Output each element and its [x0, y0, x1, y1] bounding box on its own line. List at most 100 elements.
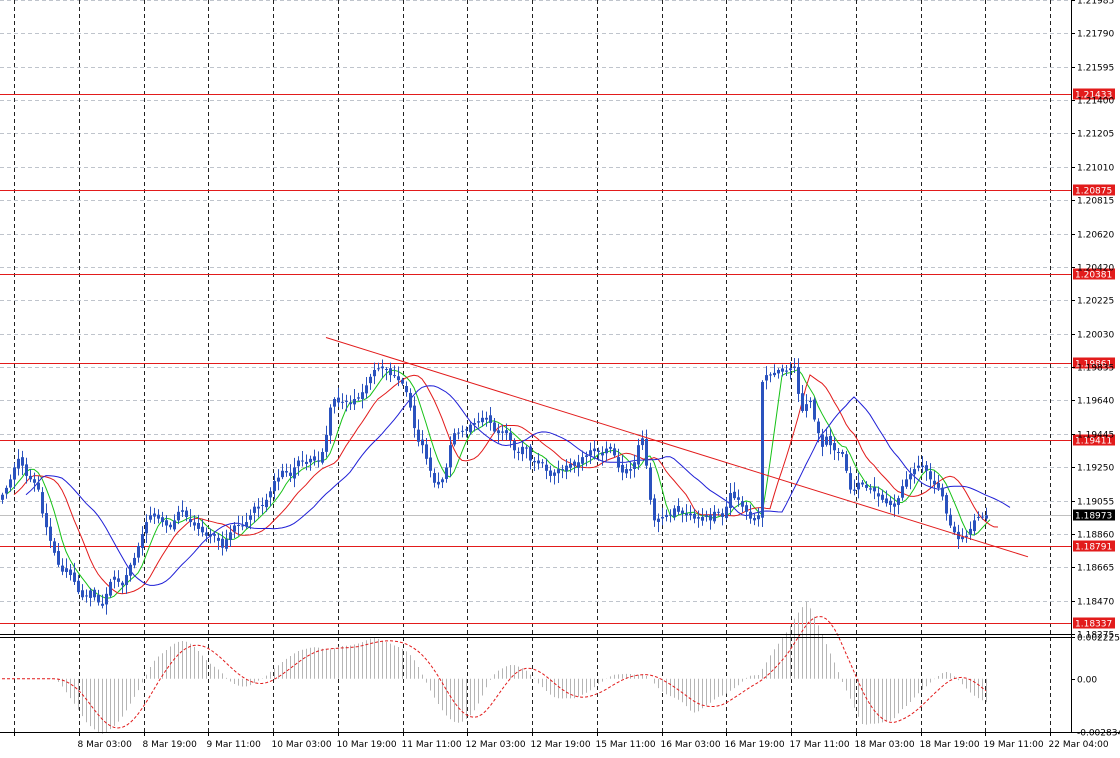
- candle-body: [537, 460, 540, 464]
- candle-body: [345, 400, 348, 402]
- candle-body: [561, 469, 564, 471]
- candle-body: [65, 568, 68, 573]
- candle-body: [609, 446, 612, 449]
- candle-body: [225, 539, 228, 549]
- candle-body: [549, 470, 552, 476]
- candle-body: [825, 436, 828, 445]
- time-tick-label: 12 Mar 03:00: [466, 740, 526, 750]
- candle-body: [417, 429, 420, 442]
- candle-body: [409, 392, 412, 408]
- candle-body: [913, 469, 916, 475]
- price-tick-label: 1.21985: [1077, 0, 1114, 7]
- candle-body: [93, 589, 96, 598]
- candle-body: [917, 465, 920, 468]
- candle-body: [817, 421, 820, 434]
- candle-body: [105, 593, 108, 605]
- candle-body: [589, 450, 592, 456]
- candle-body: [357, 397, 360, 399]
- candle-body: [949, 514, 952, 526]
- candle-body: [841, 452, 844, 454]
- oscillator-tick-label: 0.00: [1077, 676, 1097, 686]
- candle-body: [657, 518, 660, 522]
- candle-body: [569, 463, 572, 468]
- candle-body: [385, 369, 388, 371]
- time-tick-label: 9 Mar 11:00: [207, 740, 262, 750]
- price-tick-label: 1.19835: [1077, 364, 1114, 374]
- candle-body: [637, 445, 640, 465]
- price-tick-label: 1.19640: [1077, 397, 1114, 407]
- candle-body: [717, 511, 720, 513]
- candle-body: [133, 557, 136, 566]
- oscillator-tick-label: -0.002834: [1077, 729, 1120, 739]
- candle-body: [169, 524, 172, 528]
- candle-body: [869, 488, 872, 490]
- candle-body: [801, 393, 804, 411]
- time-tick-label: 15 Mar 11:00: [596, 740, 656, 750]
- candle-body: [13, 467, 16, 480]
- candle-body: [753, 518, 756, 521]
- candle-body: [665, 514, 668, 517]
- candle-body: [253, 506, 256, 513]
- candle-body: [353, 399, 356, 405]
- candle-body: [633, 462, 636, 469]
- candle-body: [89, 590, 92, 598]
- price-chart[interactable]: 1.214331.208751.203811.198611.194111.187…: [0, 0, 1120, 758]
- candle-body: [669, 514, 672, 516]
- candle-body: [693, 513, 696, 519]
- candle-body: [429, 457, 432, 471]
- candle-body: [757, 515, 760, 520]
- candle-body: [209, 534, 212, 537]
- candle-body: [381, 366, 384, 369]
- candle-body: [513, 441, 516, 451]
- candle-body: [341, 401, 344, 403]
- price-tick-label: 1.19055: [1077, 498, 1114, 508]
- candle-body: [245, 522, 248, 527]
- candle-body: [125, 575, 128, 585]
- candle-body: [457, 432, 460, 434]
- candle-body: [777, 369, 780, 374]
- price-tick-label: 1.21595: [1077, 64, 1114, 74]
- candle-body: [681, 510, 684, 514]
- time-tick-label: 8 Mar 03:00: [78, 740, 133, 750]
- candle-body: [741, 501, 744, 507]
- candle-body: [893, 503, 896, 507]
- candle-body: [953, 526, 956, 533]
- candle-body: [977, 516, 980, 518]
- candle-body: [369, 376, 372, 384]
- candle-body: [545, 464, 548, 471]
- candle-body: [73, 572, 76, 582]
- candle-body: [737, 497, 740, 500]
- candle-body: [149, 515, 152, 520]
- candle-body: [761, 381, 764, 518]
- candle-body: [465, 429, 468, 431]
- candle-body: [237, 525, 240, 527]
- candle-body: [601, 452, 604, 456]
- candle-body: [405, 386, 408, 393]
- candle-body: [289, 472, 292, 476]
- candle-body: [189, 519, 192, 523]
- candle-body: [333, 399, 336, 407]
- candle-body: [897, 498, 900, 505]
- candle-body: [85, 595, 88, 597]
- time-tick-label: 10 Mar 03:00: [272, 740, 332, 750]
- candle-body: [313, 456, 316, 461]
- candle-body: [201, 526, 204, 533]
- price-tick-label: 1.18275: [1077, 631, 1114, 641]
- candle-body: [793, 366, 796, 368]
- candle-body: [377, 368, 380, 370]
- candle-body: [217, 537, 220, 541]
- candle-body: [769, 374, 772, 376]
- price-tick-label: 1.19250: [1077, 464, 1114, 474]
- time-tick-label: 22 Mar 04:00: [1049, 740, 1109, 750]
- candle-body: [517, 451, 520, 453]
- candle-body: [273, 481, 276, 492]
- candle-body: [157, 514, 160, 519]
- candle-body: [565, 465, 568, 472]
- candle-body: [901, 486, 904, 498]
- candle-body: [277, 477, 280, 482]
- candle-body: [361, 392, 364, 399]
- candle-body: [865, 484, 868, 488]
- candle-body: [329, 407, 332, 436]
- candle-body: [733, 491, 736, 499]
- candle-body: [621, 464, 624, 473]
